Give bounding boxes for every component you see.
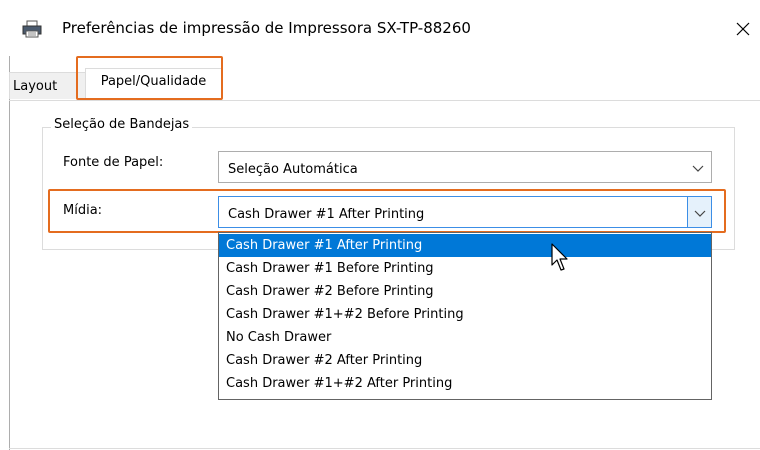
paper-source-select[interactable]: Seleção Automática (218, 151, 712, 183)
bottom-divider (9, 448, 760, 449)
media-option[interactable]: No Cash Drawer (219, 326, 711, 349)
tab-papel-qualidade[interactable]: Papel/Qualidade (85, 68, 222, 100)
media-dropdown-list: Cash Drawer #1 After Printing Cash Drawe… (218, 232, 712, 400)
paper-source-label: Fonte de Papel: (63, 155, 164, 170)
media-value: Cash Drawer #1 After Printing (228, 207, 425, 222)
tab-divider (9, 100, 760, 101)
close-icon (736, 22, 750, 36)
title-bar: Preferências de impressão de Impressora … (0, 0, 760, 56)
media-option[interactable]: Cash Drawer #2 Before Printing (219, 280, 711, 303)
media-label: Mídia: (63, 203, 103, 218)
paper-source-value: Seleção Automática (228, 162, 358, 177)
tab-layout[interactable]: Layout (9, 72, 85, 99)
media-dropdown-button[interactable] (687, 197, 711, 227)
group-title: Seleção de Bandejas (51, 117, 193, 132)
window-title: Preferências de impressão de Impressora … (62, 19, 471, 37)
chevron-down-icon (692, 165, 704, 172)
print-preferences-window: Preferências de impressão de Impressora … (0, 0, 760, 450)
media-select[interactable]: Cash Drawer #1 After Printing (218, 196, 712, 228)
media-option[interactable]: Cash Drawer #2 After Printing (219, 349, 711, 372)
media-option[interactable]: Cash Drawer #1+#2 After Printing (219, 372, 711, 395)
chevron-down-icon (694, 210, 706, 217)
tab-papel-qualidade-label: Papel/Qualidade (100, 74, 207, 89)
media-option[interactable]: Cash Drawer #1+#2 Before Printing (219, 303, 711, 326)
close-button[interactable] (730, 16, 756, 42)
printer-icon (22, 20, 42, 38)
window-border (9, 56, 10, 450)
media-option[interactable]: Cash Drawer #1 After Printing (219, 234, 711, 257)
media-option[interactable]: Cash Drawer #1 Before Printing (219, 257, 711, 280)
tab-layout-label: Layout (13, 78, 58, 94)
